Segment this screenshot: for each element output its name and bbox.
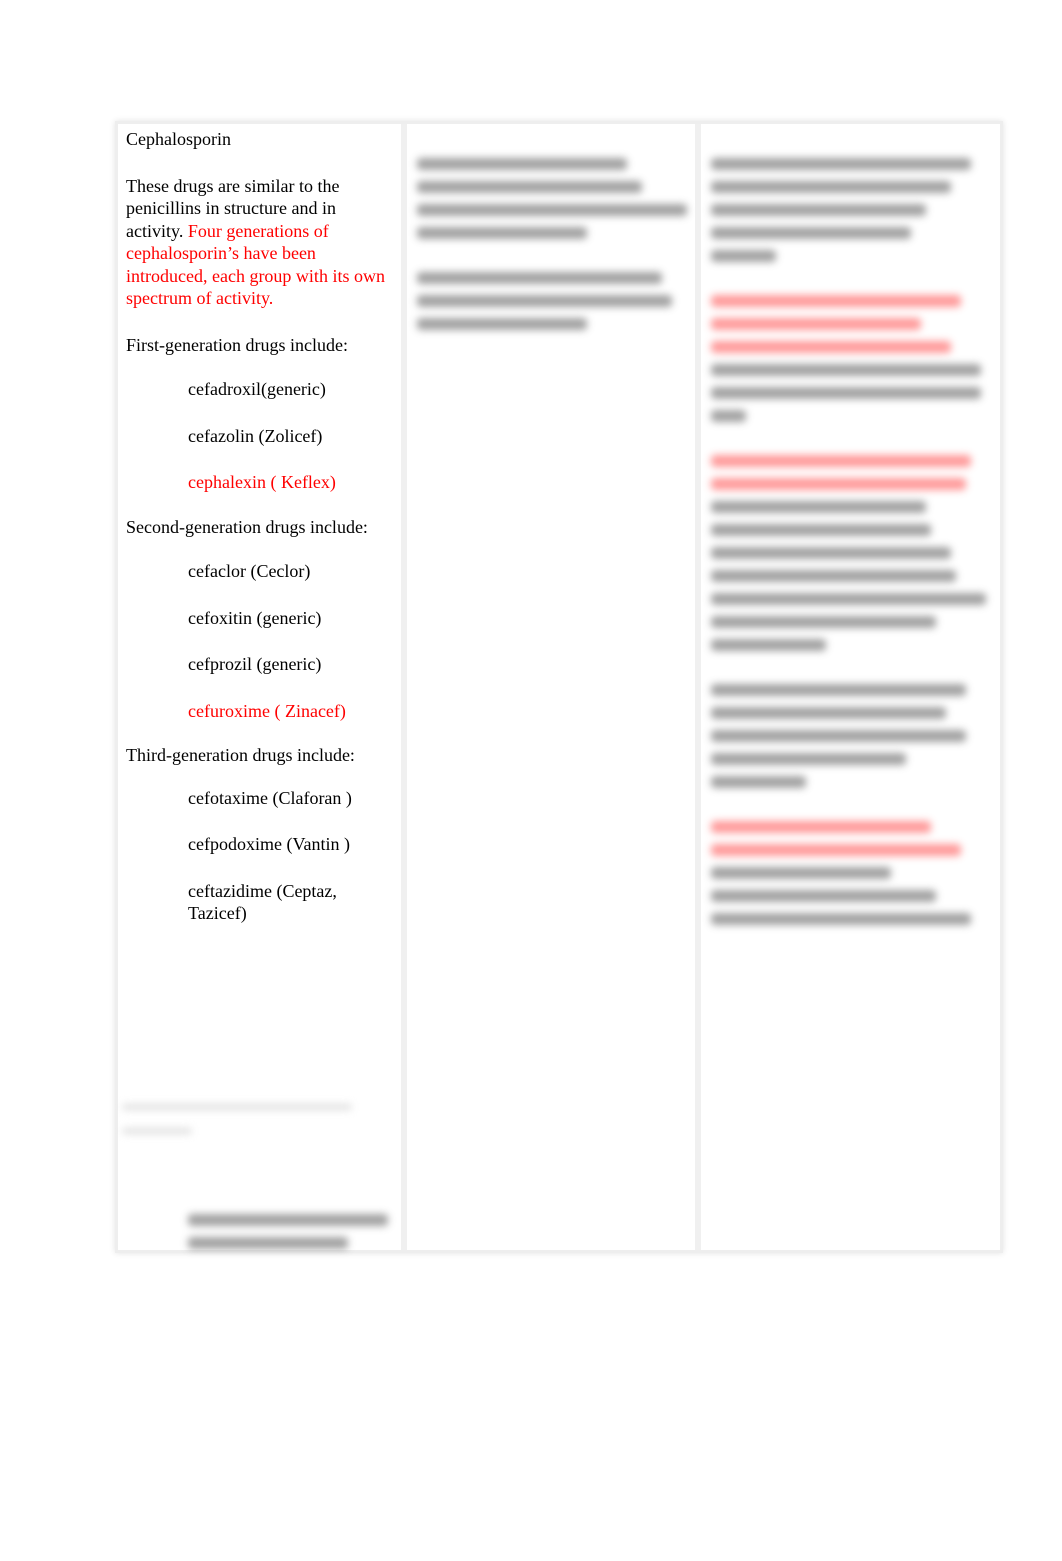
blurred-content [711, 158, 986, 936]
bullet-icon [126, 653, 188, 676]
bullet-icon [126, 880, 188, 925]
group-heading-first: First-generation drugs include: [126, 334, 348, 355]
bullet-icon [126, 560, 188, 583]
drug-item: cefpodoxime (Vantin ) [126, 833, 396, 856]
blurred-footer-text [188, 1214, 388, 1260]
bullet-icon [126, 471, 188, 494]
bullet-icon [126, 833, 188, 856]
drug-item: cefoxitin (generic) [126, 607, 396, 630]
drug-item: cephalexin ( Keflex) [126, 471, 396, 494]
blurred-footer-lines [122, 1104, 392, 1152]
drug-list-third: cefotaxime (Claforan ) cefpodoxime (Vant… [126, 787, 396, 925]
drug-item: ceftazidime (Ceptaz, Tazicef) [126, 880, 396, 925]
drug-item: cefadroxil(generic) [126, 378, 396, 401]
drug-item: cefaclor (Ceclor) [126, 560, 396, 583]
drug-item: cefprozil (generic) [126, 653, 396, 676]
drug-list-first: cefadroxil(generic) cefazolin (Zolicef) … [126, 378, 396, 494]
bullet-icon [126, 787, 188, 810]
bullet-icon [126, 378, 188, 401]
drug-list-second: cefaclor (Ceclor) cefoxitin (generic) ce… [126, 560, 396, 722]
blurred-content [417, 158, 687, 341]
drug-item: cefotaxime (Claforan ) [126, 787, 396, 810]
column-drug-class: Cephalosporin These drugs are similar to… [118, 124, 407, 1250]
drug-class-title: Cephalosporin [126, 129, 231, 149]
column-nursing-considerations [701, 124, 1000, 1250]
drug-table: Cephalosporin These drugs are similar to… [115, 121, 1003, 1253]
column-mechanism [407, 124, 701, 1250]
drug-item: cefazolin (Zolicef) [126, 425, 396, 448]
bullet-icon [126, 607, 188, 630]
drug-class-intro: These drugs are similar to the penicilli… [126, 175, 396, 310]
drug-item: cefuroxime ( Zinacef) [126, 700, 396, 723]
bullet-icon [126, 425, 188, 448]
group-heading-second: Second-generation drugs include: [126, 516, 368, 537]
bullet-icon [126, 700, 188, 723]
group-heading-third: Third-generation drugs include: [126, 745, 355, 765]
